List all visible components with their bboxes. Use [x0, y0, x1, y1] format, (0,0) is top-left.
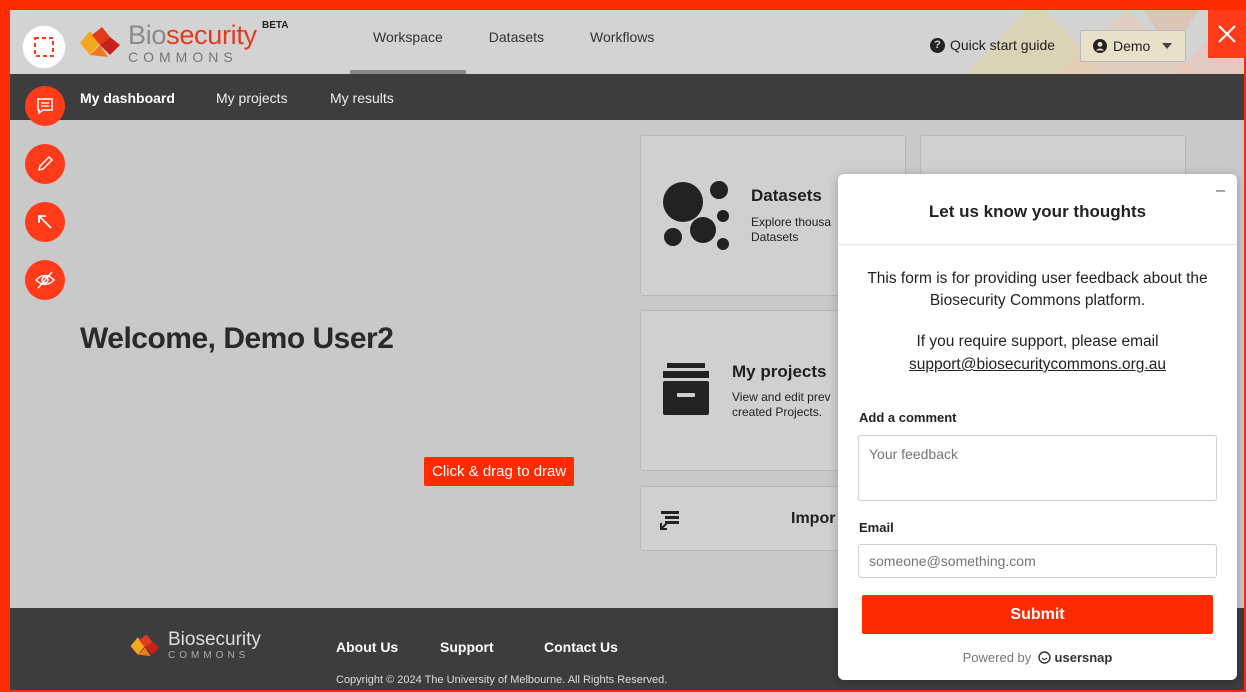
beta-badge: BETA [262, 20, 289, 31]
import-icon [660, 511, 679, 530]
archive-box-icon [663, 363, 709, 415]
close-annotation-button[interactable] [1208, 10, 1246, 58]
email-label: Email [859, 520, 894, 535]
quick-start-label: Quick start guide [950, 37, 1056, 53]
caret-down-icon [1162, 43, 1173, 49]
top-header: Biosecurity COMMONS BETA Workspace Datas… [0, 0, 1246, 74]
comment-textarea[interactable] [858, 435, 1217, 501]
feedback-panel: – Let us know your thoughts This form is… [838, 174, 1237, 680]
quick-start-link[interactable]: ? Quick start guide [930, 37, 1055, 53]
arrow-icon [38, 215, 52, 229]
user-icon [1093, 39, 1107, 53]
help-icon: ? [930, 37, 945, 53]
tab-workspace[interactable]: Workspace [350, 0, 466, 74]
import-card-title: Impor [791, 510, 836, 527]
select-area-tool[interactable] [22, 25, 66, 69]
feedback-support-text: If you require support, please email [916, 333, 1159, 350]
subnav-my-dashboard[interactable]: My dashboard [80, 90, 175, 106]
select-area-icon [34, 37, 54, 57]
feedback-intro-text: This form is for providing user feedback… [867, 270, 1208, 309]
main-nav: Workspace Datasets Workflows [350, 0, 677, 74]
footer-contact-us-link[interactable]: Contact Us [544, 639, 618, 655]
logo-bio-text: Bio [128, 20, 167, 50]
footer-logo-commons-text: COMMONS [168, 650, 250, 661]
my-projects-card-desc-line1: View and edit prev [732, 390, 831, 404]
minimize-button[interactable]: – [1216, 182, 1225, 200]
comment-icon [37, 98, 53, 115]
footer-logo-mark-icon [130, 633, 160, 656]
arrow-tool[interactable] [25, 202, 65, 242]
site-logo[interactable]: Biosecurity COMMONS BETA [78, 20, 288, 65]
logo-mark-icon [80, 27, 120, 57]
draw-hint-tooltip: Click & drag to draw [424, 457, 575, 486]
comment-tool[interactable] [25, 86, 65, 126]
footer-logo-security-text: security [195, 629, 261, 650]
powered-by-text: Powered by [962, 650, 1032, 665]
feedback-divider [838, 244, 1237, 245]
eye-off-icon [34, 271, 56, 289]
tab-workflows[interactable]: Workflows [567, 0, 677, 74]
subnav-my-projects[interactable]: My projects [216, 90, 288, 106]
hide-tool[interactable] [25, 260, 65, 300]
footer-logo-bio-text: Bio [168, 629, 196, 650]
logo-commons-text: COMMONS [128, 49, 238, 65]
email-input[interactable] [858, 544, 1217, 578]
footer-logo[interactable]: Biosecurity COMMONS [128, 630, 261, 661]
feedback-title: Let us know your thoughts [928, 202, 1147, 221]
support-email-link[interactable]: support@biosecuritycommons.org.au [858, 353, 1217, 376]
pen-tool[interactable] [25, 144, 65, 184]
footer-support-link[interactable]: Support [440, 639, 494, 655]
footer-about-us-link[interactable]: About Us [336, 639, 398, 655]
submit-button[interactable]: Submit [862, 595, 1213, 634]
user-menu-button[interactable]: Demo [1080, 30, 1186, 62]
my-projects-card-title: My projects [732, 362, 827, 381]
my-projects-card-desc-line2: created Projects. [732, 405, 823, 419]
tab-datasets[interactable]: Datasets [466, 0, 567, 74]
logo-security-text: security [166, 20, 257, 50]
usersnap-icon [1038, 651, 1051, 664]
pencil-icon [37, 155, 54, 172]
user-menu-label: Demo [1113, 38, 1151, 54]
sub-nav: My dashboard My projects My results [0, 74, 1246, 120]
welcome-heading: Welcome, Demo User2 [80, 322, 394, 355]
datasets-card-title: Datasets [751, 186, 822, 205]
usersnap-brand[interactable]: usersnap [1055, 650, 1113, 665]
datasets-icon [663, 181, 729, 250]
close-icon [1218, 25, 1236, 43]
footer-copyright: Copyright © 2024 The University of Melbo… [336, 674, 668, 686]
datasets-card-desc-line2: Datasets [751, 230, 799, 244]
datasets-card-desc-line1: Explore thousa [751, 215, 832, 229]
subnav-my-results[interactable]: My results [330, 90, 394, 106]
powered-by: Powered by usersnap [838, 650, 1237, 665]
comment-label: Add a comment [859, 410, 957, 425]
